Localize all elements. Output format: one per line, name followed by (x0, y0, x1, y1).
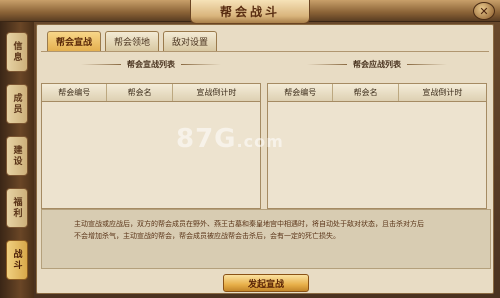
side-tab-members[interactable]: 成员 (6, 84, 28, 124)
respond-list-title: 帮会应战列表 (267, 57, 487, 71)
table-header: 帮会编号 帮会名 宣战倒计时 (268, 84, 486, 102)
side-tab-info[interactable]: 信息 (6, 32, 28, 72)
column-header-guild-name: 帮会名 (333, 84, 399, 101)
close-button[interactable]: ✕ (473, 2, 495, 20)
rules-notice: 主动宣战或应战后，双方的帮会成员在野外、燕王古墓和秦皇地宫中相遇时，将自动处于敌… (41, 209, 491, 269)
respond-list-section: 帮会应战列表 帮会编号 帮会名 宣战倒计时 (267, 57, 487, 221)
side-tab-rail: 信息 成员 建设 福利 战斗 (0, 22, 34, 298)
respond-list-table: 帮会编号 帮会名 宣战倒计时 (267, 83, 487, 209)
tab-divider (41, 51, 489, 52)
side-tab-build[interactable]: 建设 (6, 136, 28, 176)
column-header-guild-name: 帮会名 (107, 84, 173, 101)
tab-territory[interactable]: 帮会领地 (105, 31, 160, 51)
table-header: 帮会编号 帮会名 宣战倒计时 (42, 84, 260, 102)
tab-hostile-settings[interactable]: 敌对设置 (163, 31, 218, 51)
window-title: 帮会战斗 (219, 5, 280, 19)
tab-bar: 帮会宣战 帮会领地 敌对设置 (47, 31, 221, 51)
tab-declare-war[interactable]: 帮会宣战 (47, 31, 102, 51)
side-tab-battle[interactable]: 战斗 (6, 240, 28, 280)
title-plate: 帮会战斗 (190, 0, 310, 24)
declare-list-body[interactable] (42, 102, 260, 208)
notice-line-1: 主动宣战或应战后，双方的帮会成员在野外、燕王古墓和秦皇地宫中相遇时，将自动处于敌… (74, 220, 424, 228)
respond-list-body[interactable] (268, 102, 486, 208)
watermark-text: 87G (176, 124, 237, 154)
notice-line-2: 不会增加杀气，主动宣战的帮会，帮会成员被应战帮会击杀后，会有一定的死亡损失。 (74, 232, 340, 240)
side-tab-welfare[interactable]: 福利 (6, 188, 28, 228)
column-header-guild-id: 帮会编号 (42, 84, 108, 101)
watermark-suffix: .com (236, 132, 284, 151)
declare-list-title: 帮会宣战列表 (41, 57, 261, 71)
site-watermark: 87G.com (176, 124, 284, 154)
column-header-countdown: 宣战倒计时 (196, 88, 237, 97)
column-header-countdown: 宣战倒计时 (422, 88, 463, 97)
column-header-guild-id: 帮会编号 (268, 84, 334, 101)
main-panel: 帮会宣战 帮会领地 敌对设置 帮会宣战列表 帮会编号 帮会名 宣战倒计时 帮会应… (36, 24, 494, 294)
declare-war-button[interactable]: 发起宣战 (223, 274, 309, 292)
